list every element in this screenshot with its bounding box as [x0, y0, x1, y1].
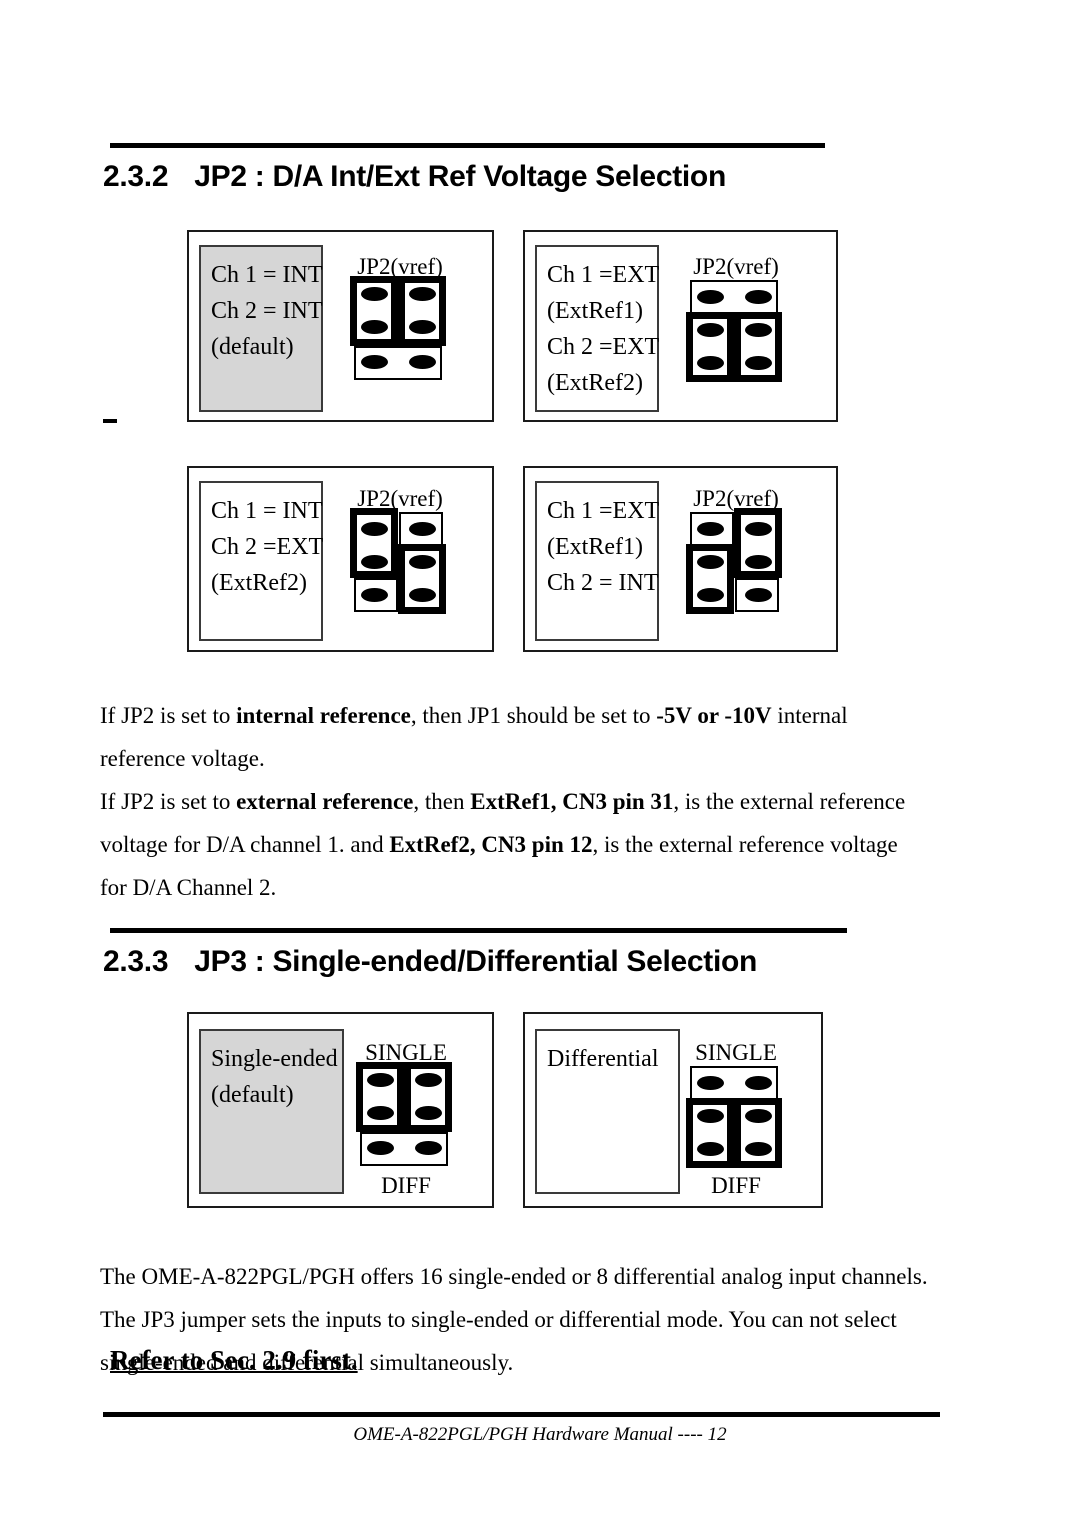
jumper-pin [697, 1076, 724, 1090]
jumper-pin [745, 1142, 772, 1156]
jumper-pin [697, 323, 724, 337]
diagram-panel-jp2-3: Ch 1 = INT Ch 2 =EXT (ExtRef2) JP2(vref) [187, 466, 494, 652]
jumper-pin [367, 1106, 394, 1120]
heading-232: 2.3.2 JP2 : D/A Int/Ext Ref Voltage Selec… [103, 160, 726, 194]
jumper-pin [415, 1073, 442, 1087]
para-run: , then [413, 789, 471, 814]
diagram-label-line: Ch 1 = INT [211, 262, 323, 288]
footer-text: OME-A-822PGL/PGH Hardware Manual ---- 12 [353, 1424, 727, 1445]
diagram-label-line: Single-ended [211, 1046, 338, 1072]
diagram-label-line: (default) [211, 334, 294, 360]
jumper-graphic-jp2-4: JP2(vref) [685, 486, 787, 616]
jumper-pin [361, 355, 388, 369]
heading-233: 2.3.3 JP3 : Single-ended/Differential Sel… [103, 945, 757, 979]
jumper-label-single: SINGLE [695, 1040, 777, 1065]
jumper-pin [745, 1076, 772, 1090]
jumper-graphic-jp2-3: JP2(vref) [349, 486, 451, 616]
diagram-label-line: Ch 2 = INT [211, 298, 323, 324]
jumper-label-diff: DIFF [381, 1173, 431, 1198]
diagram-panel-jp2-4: Ch 1 =EXT (ExtRef1) Ch 2 = INT JP2(vref) [523, 466, 838, 652]
jumper-label-top: JP2(vref) [693, 254, 779, 279]
jumper-pin [745, 290, 772, 304]
jumper-pin [697, 555, 724, 569]
jumper-pin [697, 588, 724, 602]
diagram-label-box: Differential [535, 1029, 680, 1194]
diagram-panel-jp3-2: Differential SINGLE DIFF [523, 1012, 823, 1208]
jumper-graphic-jp3-2: SINGLE DIFF [685, 1040, 787, 1205]
diagram-label-line: (default) [211, 1082, 294, 1108]
stray-dash-mark [103, 419, 117, 423]
document-page: 2.3.2 JP2 : D/A Int/Ext Ref Voltage Selec… [0, 0, 1080, 1528]
para-run: If JP2 is set to [100, 789, 237, 814]
heading-number: 2.3.2 [103, 160, 169, 193]
diagram-label-line: Ch 1 =EXT [547, 498, 660, 524]
jumper-pin [745, 555, 772, 569]
jumper-pin [697, 1109, 724, 1123]
para-run-bold: ExtRef1, CN3 pin 31 [470, 789, 674, 814]
diagram-label-line: Ch 2 =EXT [547, 334, 660, 360]
jumper-pin [409, 588, 436, 602]
jumper-pin [415, 1106, 442, 1120]
diagram-label-line: Ch 1 =EXT [547, 262, 660, 288]
jumper-pin [745, 522, 772, 536]
jumper-pin [361, 555, 388, 569]
diagram-panel-jp3-1: Single-ended (default) SINGLE DIFF [187, 1012, 494, 1208]
jumper-pin [409, 355, 436, 369]
heading-rule-232 [110, 143, 825, 148]
diagram-label-box: Ch 1 =EXT (ExtRef1) Ch 2 =EXT (ExtRef2) [535, 245, 659, 412]
jumper-pin [367, 1141, 394, 1155]
jumper-pin [697, 290, 724, 304]
paragraph-jp2-external: If JP2 is set to external reference, the… [100, 780, 930, 909]
jumper-pin [697, 356, 724, 370]
jumper-graphic-jp2-2: JP2(vref) [685, 254, 787, 384]
diagram-label-line: Ch 1 = INT [211, 498, 323, 524]
jumper-graphic-jp2-1: JP2(vref) [349, 254, 451, 384]
jumper-pin [697, 522, 724, 536]
refer-note: Refer to Sec. 2.9 first. [110, 1345, 358, 1375]
jumper-pin [361, 522, 388, 536]
jumper-pin [361, 287, 388, 301]
diagram-label-box: Single-ended (default) [199, 1029, 344, 1194]
jumper-pin [697, 1142, 724, 1156]
diagram-label-line: Differential [547, 1046, 659, 1072]
jumper-pin [367, 1073, 394, 1087]
diagram-label-line: (ExtRef1) [547, 298, 643, 324]
jumper-pin [409, 320, 436, 334]
jumper-pin [745, 1109, 772, 1123]
jumper-pin [409, 555, 436, 569]
jumper-pin [409, 287, 436, 301]
para-run-bold: ExtRef2, CN3 pin 12 [389, 832, 593, 857]
para-run-bold: external reference [236, 789, 414, 814]
heading-title: JP2 : D/A Int/Ext Ref Voltage Selection [194, 160, 726, 193]
para-run: , then JP1 should be set to [410, 703, 657, 728]
jumper-label-diff: DIFF [711, 1173, 761, 1198]
jumper-graphic-jp3-1: SINGLE DIFF [355, 1040, 457, 1205]
jumper-pin [409, 522, 436, 536]
diagram-label-box: Ch 1 = INT Ch 2 = INT (default) [199, 245, 323, 412]
jumper-pin [415, 1141, 442, 1155]
para-run-bold: -5V or -10V [656, 703, 772, 728]
diagram-label-box: Ch 1 =EXT (ExtRef1) Ch 2 = INT [535, 481, 659, 641]
diagram-label-line: (ExtRef2) [211, 570, 307, 596]
jumper-pin [745, 356, 772, 370]
para-run: If JP2 is set to [100, 703, 237, 728]
jumper-pin [361, 588, 388, 602]
jumper-pin [745, 588, 772, 602]
diagram-panel-jp2-1: Ch 1 = INT Ch 2 = INT (default) JP2(vref… [187, 230, 494, 422]
jumper-pin [361, 320, 388, 334]
para-run-bold: internal reference [236, 703, 411, 728]
diagram-label-line: Ch 2 = INT [547, 570, 659, 596]
heading-number: 2.3.3 [103, 945, 169, 978]
heading-title: JP3 : Single-ended/Differential Selectio… [194, 945, 758, 978]
footer-rule [103, 1412, 940, 1417]
jumper-pin [745, 323, 772, 337]
diagram-label-line: Ch 2 =EXT [211, 534, 324, 560]
diagram-label-line: (ExtRef2) [547, 370, 643, 396]
paragraph-jp2-internal: If JP2 is set to internal reference, the… [100, 694, 930, 780]
diagram-panel-jp2-2: Ch 1 =EXT (ExtRef1) Ch 2 =EXT (ExtRef2) … [523, 230, 838, 422]
diagram-label-line: (ExtRef1) [547, 534, 643, 560]
diagram-label-box: Ch 1 = INT Ch 2 =EXT (ExtRef2) [199, 481, 323, 641]
heading-rule-233 [110, 928, 847, 933]
